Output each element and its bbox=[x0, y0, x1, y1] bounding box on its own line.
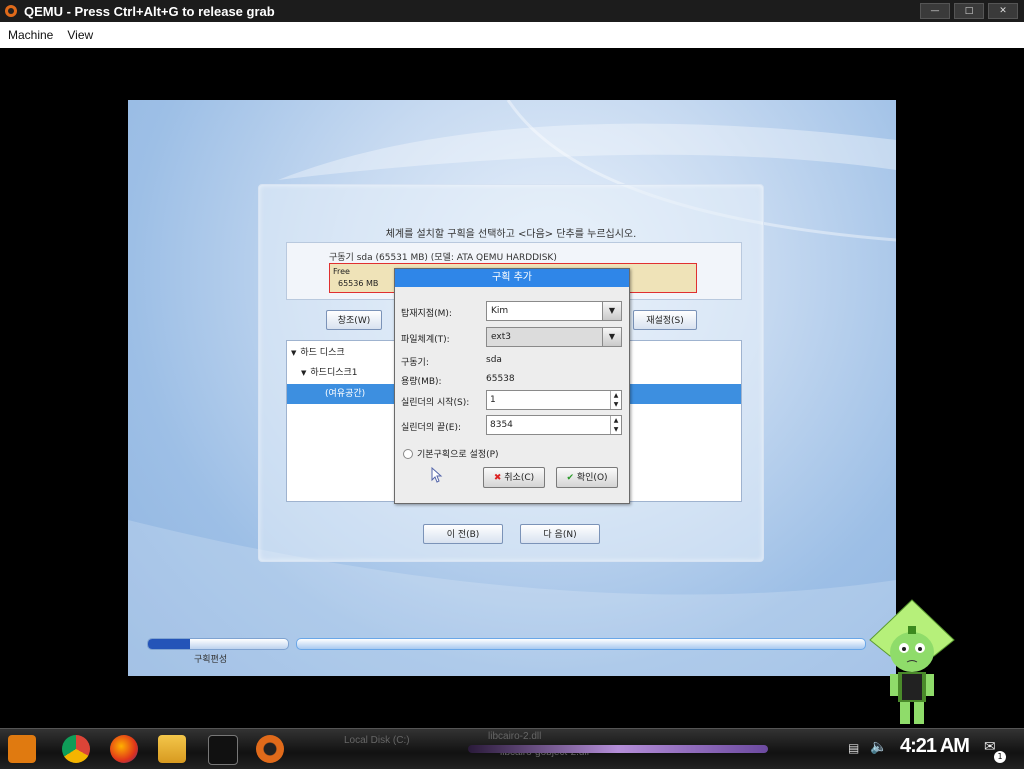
cancel-button[interactable]: ✖ 취소(C) bbox=[483, 467, 545, 488]
ok-label: 확인(O) bbox=[576, 473, 608, 483]
step-progress-bar bbox=[147, 638, 289, 650]
minimize-button[interactable]: — bbox=[920, 3, 950, 19]
expand-triangle-icon: ▼ bbox=[301, 369, 307, 377]
cylinder-end-label: 실린더의 끝(E): bbox=[401, 423, 462, 433]
mount-point-value: Kim bbox=[491, 306, 509, 316]
next-button[interactable]: 다 음(N) bbox=[520, 524, 600, 544]
qemu-taskbar-icon[interactable] bbox=[256, 735, 284, 763]
primary-partition-label: 기본구획으로 설정(P) bbox=[417, 450, 499, 460]
network-icon[interactable]: ▤ bbox=[848, 741, 859, 755]
cylinder-end-value: 8354 bbox=[490, 420, 513, 430]
filesystem-combo[interactable]: ext3 ▼ bbox=[486, 327, 622, 347]
mouse-cursor-icon bbox=[431, 467, 443, 483]
free-label: Free bbox=[333, 267, 350, 276]
spinner-arrows-icon[interactable]: ▲ ▼ bbox=[610, 391, 621, 409]
instruction-text: 체계를 설치할 구획을 선택하고 <다음> 단추를 누르십시오. bbox=[385, 229, 637, 240]
chrome-icon[interactable] bbox=[62, 735, 90, 763]
notification-count-badge: 1 bbox=[994, 751, 1006, 763]
reset-button[interactable]: 재설정(S) bbox=[633, 310, 697, 330]
dropdown-arrow-icon[interactable]: ▼ bbox=[602, 328, 621, 346]
progress-label: 구획편성 bbox=[194, 655, 228, 665]
tree-label: (여유공간) bbox=[325, 389, 366, 399]
menu-view[interactable]: View bbox=[67, 26, 93, 44]
drive-label: 구동기: bbox=[401, 358, 429, 368]
file-explorer-icon[interactable] bbox=[158, 735, 186, 763]
dialog-title: 구획 추가 bbox=[395, 269, 629, 287]
tree-label: 하드 디스크 bbox=[300, 348, 345, 358]
taskbar-clock[interactable]: 4:21 AM bbox=[900, 735, 970, 758]
dropdown-arrow-icon[interactable]: ▼ bbox=[602, 302, 621, 320]
spinner-arrows-icon[interactable]: ▲ ▼ bbox=[610, 416, 621, 434]
create-button[interactable]: 창조(W) bbox=[326, 310, 382, 330]
taskbar: Local Disk (C:) libcairo-2.dll libcairo-… bbox=[0, 728, 1024, 769]
guest-screen: 체계를 설치할 구획을 선택하고 <다음> 단추를 누르십시오. 구동기 sda… bbox=[128, 100, 896, 676]
firefox-icon[interactable] bbox=[110, 735, 138, 763]
prev-button[interactable]: 이 전(B) bbox=[423, 524, 503, 544]
window-title: QEMU - Press Ctrl+Alt+G to release grab bbox=[24, 3, 275, 19]
maximize-button[interactable]: □ bbox=[954, 3, 984, 19]
add-partition-dialog: 구획 추가 탑재지점(M): Kim ▼ 파일체계(T): ext3 ▼ 구동기… bbox=[394, 268, 630, 504]
drive-value: sda bbox=[486, 355, 502, 365]
cancel-x-icon: ✖ bbox=[493, 473, 502, 483]
checkbox-icon[interactable] bbox=[403, 448, 413, 459]
taskbar-window-local-disk[interactable]: Local Disk (C:) bbox=[344, 735, 410, 746]
drive-title: 구동기 sda (65531 MB) (모델: ATA QEMU HARDDIS… bbox=[329, 253, 557, 263]
desktop-character-image bbox=[869, 599, 955, 724]
cylinder-start-value: 1 bbox=[490, 395, 496, 405]
filesystem-value: ext3 bbox=[491, 332, 511, 342]
checkmark-icon: ✔ bbox=[566, 473, 574, 483]
mount-point-label: 탑재지점(M): bbox=[401, 309, 452, 319]
tree-item-disk1[interactable]: ▼ 하드디스크1 bbox=[301, 363, 358, 383]
filesystem-label: 파일체계(T): bbox=[401, 335, 450, 345]
start-menu-icon[interactable] bbox=[8, 735, 36, 763]
cylinder-start-label: 실린더의 시작(S): bbox=[401, 398, 470, 408]
notification-icon[interactable]: ✉ bbox=[984, 739, 996, 755]
close-button[interactable]: ✕ bbox=[988, 3, 1018, 19]
host-titlebar: QEMU - Press Ctrl+Alt+G to release grab … bbox=[0, 0, 1024, 22]
primary-partition-checkbox[interactable]: 기본구획으로 설정(P) bbox=[403, 447, 499, 460]
tree-item-harddisk[interactable]: ▼ 하드 디스크 bbox=[291, 343, 345, 363]
tree-label: 하드디스크1 bbox=[310, 368, 358, 378]
cylinder-start-spinner[interactable]: 1 ▲ ▼ bbox=[486, 390, 622, 410]
free-size: 65536 MB bbox=[338, 279, 379, 288]
cylinder-end-spinner[interactable]: 8354 ▲ ▼ bbox=[486, 415, 622, 435]
capacity-value: 65538 bbox=[486, 374, 515, 384]
host-menubar: Machine View bbox=[0, 22, 1024, 48]
taskbar-window-libcairo: libcairo-2.dll bbox=[488, 731, 542, 742]
expand-triangle-icon: ▼ bbox=[291, 349, 297, 357]
volume-icon[interactable]: 🔈 bbox=[870, 739, 887, 755]
terminal-icon[interactable] bbox=[208, 735, 238, 765]
cancel-label: 취소(C) bbox=[504, 473, 535, 483]
menu-machine[interactable]: Machine bbox=[8, 26, 53, 44]
overall-progress-bar bbox=[296, 638, 866, 650]
mount-point-combo[interactable]: Kim ▼ bbox=[486, 301, 622, 321]
ok-button[interactable]: ✔ 확인(O) bbox=[556, 467, 618, 488]
qemu-icon bbox=[5, 5, 17, 17]
taskbar-decoration bbox=[468, 745, 768, 753]
capacity-label: 용량(MB): bbox=[401, 377, 442, 387]
step-progress-fill bbox=[148, 639, 190, 649]
